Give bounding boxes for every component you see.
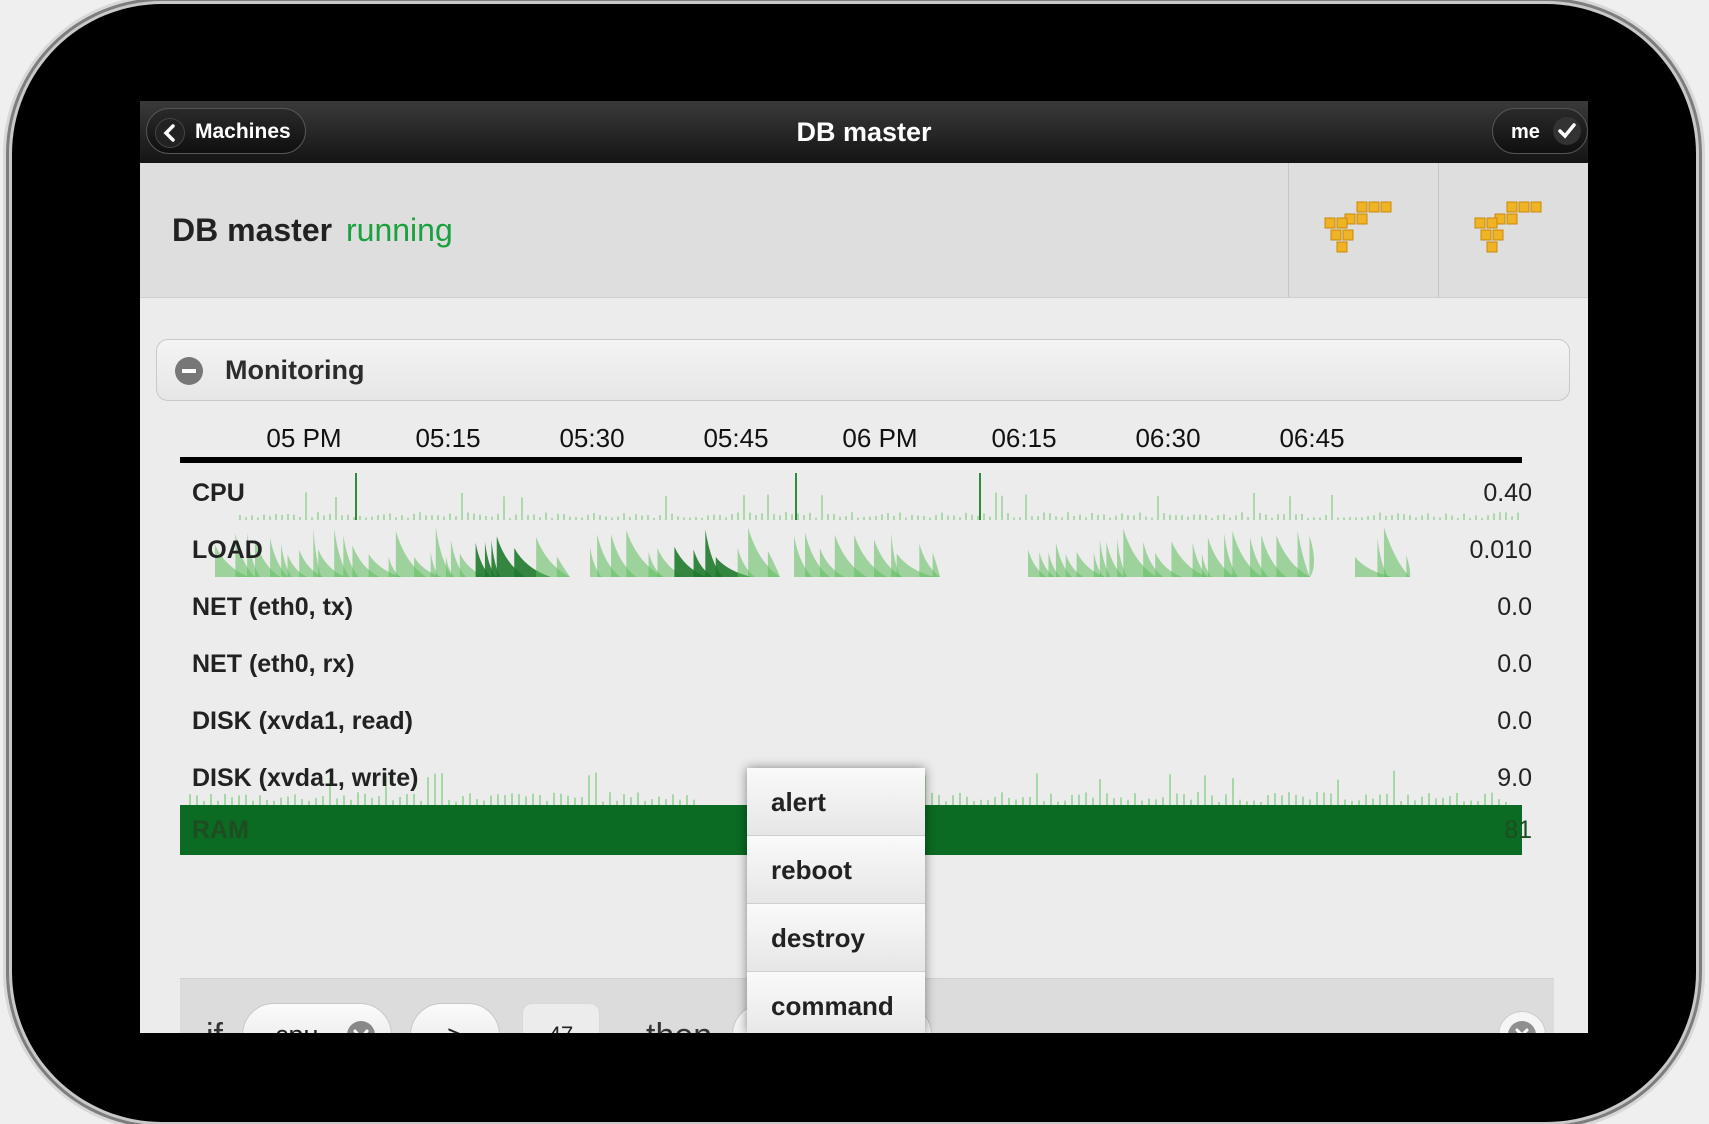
time-tick: 05 PM (266, 423, 342, 453)
time-axis-labels: 05 PM 05:15 05:30 05:45 06 PM 06:15 06:3… (180, 423, 1522, 453)
metric-select[interactable]: cpu (242, 1003, 392, 1033)
monitoring-title: Monitoring (225, 355, 365, 385)
load-peak (556, 556, 570, 577)
top-navigation-bar: Machines DB master me (140, 101, 1588, 163)
load-peak (932, 552, 940, 577)
graph-value: 0.010 (1469, 536, 1532, 564)
action-option-reboot[interactable]: reboot (747, 836, 925, 904)
load-peak (1383, 527, 1410, 577)
graph-value: 9.0 (1497, 764, 1532, 792)
graph-value: 0.0 (1497, 650, 1532, 678)
graph-value: 0.40 (1483, 479, 1532, 507)
time-tick: 06:30 (1135, 423, 1201, 453)
load-peak (435, 527, 453, 577)
chevron-down-icon (347, 1021, 375, 1033)
machine-header: DB master running (140, 163, 1588, 298)
operator-select[interactable]: > (410, 1003, 500, 1033)
app-screen: Machines DB master me DB master running (140, 101, 1588, 1033)
graph-row-net-rx: NET (eth0, rx) 0.0 (180, 634, 1532, 691)
action-option-alert[interactable]: alert (747, 768, 925, 836)
graph-row-net-tx: NET (eth0, tx) 0.0 (180, 577, 1532, 634)
time-tick: 05:30 (559, 423, 625, 453)
graph-label: RAM (192, 816, 249, 844)
cpu-sparkline (239, 473, 1519, 520)
time-tick: 05:45 (703, 423, 769, 453)
graph-value: 0.0 (1497, 593, 1532, 621)
load-peak (1297, 530, 1310, 577)
collapse-icon (175, 357, 203, 385)
page-title: DB master (796, 117, 932, 147)
tablet-frame: Machines DB master me DB master running (12, 4, 1696, 1122)
monitoring-collapsible[interactable]: Monitoring (156, 339, 1570, 401)
load-peak (767, 550, 780, 577)
load-peak (1309, 535, 1315, 577)
time-tick: 05:15 (415, 423, 481, 453)
machine-name: DB master (172, 212, 333, 248)
graph-label: CPU (192, 479, 245, 507)
graph-label: NET (eth0, tx) (192, 593, 354, 621)
user-menu-button[interactable]: me (1492, 108, 1588, 154)
action-option-destroy[interactable]: destroy (747, 904, 925, 972)
provider-button[interactable] (1438, 163, 1588, 297)
graph-label: DISK (xvda1, read) (192, 707, 413, 735)
graph-row-disk-read: DISK (xvda1, read) 0.0 (180, 691, 1532, 748)
action-option-command[interactable]: command (747, 972, 925, 1033)
time-tick: 06 PM (842, 423, 918, 453)
aws-cubes-icon (1474, 201, 1542, 253)
graph-label: DISK (xvda1, write) (192, 764, 419, 792)
aws-cubes-icon (1324, 201, 1392, 253)
graph-value: 81 (1504, 816, 1532, 844)
threshold-input[interactable]: 47 (522, 1003, 600, 1033)
machine-state: running (346, 212, 453, 248)
action-dropdown-menu: alert reboot destroy command (747, 768, 925, 1033)
remove-rule-button[interactable] (1498, 1011, 1546, 1033)
time-tick: 06:45 (1279, 423, 1345, 453)
then-label: then (646, 979, 712, 1033)
metric-value: cpu (275, 1020, 319, 1033)
graph-row-load: LOAD 0.010 (180, 520, 1532, 577)
user-label: me (1511, 121, 1540, 143)
graph-label: LOAD (192, 536, 263, 564)
check-icon (1553, 117, 1581, 145)
provider-button[interactable] (1288, 163, 1439, 297)
graph-row-cpu: CPU 0.40 (180, 463, 1532, 520)
graph-value: 0.0 (1497, 707, 1532, 735)
time-tick: 06:15 (991, 423, 1057, 453)
load-peak (1406, 555, 1411, 577)
graph-label: NET (eth0, rx) (192, 650, 355, 678)
if-label: if (206, 979, 223, 1033)
load-sparkline (215, 527, 1411, 577)
close-icon (1508, 1021, 1536, 1033)
